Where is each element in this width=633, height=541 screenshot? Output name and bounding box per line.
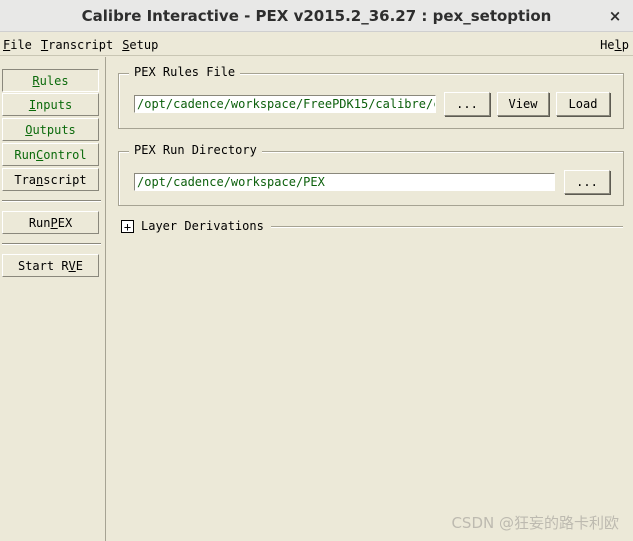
rules-label: ules [39, 73, 69, 88]
inputs-label: nputs [36, 97, 73, 112]
run-pex-label-post: EX [57, 215, 73, 230]
menu-file[interactable]: File [0, 38, 38, 52]
run-pex-label-pre: Run [28, 215, 51, 230]
rules-file-input[interactable]: /opt/cadence/workspace/FreePDK15/calibre… [134, 95, 436, 113]
run-pex-button[interactable]: Run P EX [2, 211, 99, 234]
run-control-mnemonic: C [36, 147, 44, 162]
rules-mnemonic: R [32, 73, 40, 88]
layer-derivations-label[interactable]: Layer Derivations [141, 219, 264, 233]
transcript-label-post: script [43, 172, 87, 187]
sidebar-transcript-button[interactable]: Tra n script [2, 168, 99, 191]
sidebar-outputs-button[interactable]: Outputs [2, 118, 99, 141]
inputs-mnemonic: I [28, 97, 37, 112]
run-control-label-post: ontrol [43, 147, 87, 162]
menu-file-label: ile [10, 37, 32, 52]
transcript-label-pre: Tra [14, 172, 37, 187]
start-rve-label-pre: Start R [17, 258, 69, 273]
watermark: CSDN @狂妄的路卡利欧 [451, 514, 619, 532]
run-directory-input[interactable]: /opt/cadence/workspace/PEX [134, 173, 555, 191]
rules-file-browse-button[interactable]: ... [444, 92, 490, 116]
window-title: Calibre Interactive - PEX v2015.2_36.27 … [81, 6, 552, 25]
menu-help-label-post: p [621, 37, 629, 52]
start-rve-button[interactable]: Start RVE [2, 254, 99, 277]
rules-file-load-button[interactable]: Load [556, 92, 610, 116]
menu-transcript-label: ranscript [48, 37, 114, 52]
menu-help[interactable]: Help [597, 38, 633, 52]
menu-setup[interactable]: Setup [119, 38, 164, 52]
window-titlebar: Calibre Interactive - PEX v2015.2_36.27 … [0, 0, 633, 32]
rules-file-view-button[interactable]: View [497, 92, 549, 116]
run-pex-mnemonic: P [50, 215, 58, 230]
sidebar: Rules Inputs Outputs Run Control Tra n scr… [0, 57, 106, 541]
menu-transcript[interactable]: Transcript [38, 38, 119, 52]
rules-file-group: PEX Rules File /opt/cadence/workspace/Fr… [118, 65, 624, 129]
transcript-mnemonic: n [36, 172, 44, 187]
sidebar-rules-button[interactable]: Rules [2, 69, 99, 92]
run-control-label-pre: Run [14, 147, 37, 162]
sidebar-divider [2, 243, 101, 245]
layer-derivations-divider [271, 226, 623, 228]
start-rve-mnemonic: V [68, 258, 76, 273]
menu-help-label-pre: He [600, 37, 615, 52]
sidebar-divider [2, 200, 101, 202]
start-rve-label-post: E [75, 258, 84, 273]
run-directory-group: PEX Run Directory /opt/cadence/workspace… [118, 143, 624, 206]
close-icon[interactable]: × [605, 6, 625, 26]
sidebar-inputs-button[interactable]: Inputs [2, 93, 99, 116]
outputs-mnemonic: O [25, 122, 33, 137]
menu-setup-label: etup [129, 37, 159, 52]
run-directory-browse-button[interactable]: ... [564, 170, 610, 194]
menu-help-mnemonic: l [614, 37, 622, 52]
outputs-label: utputs [32, 122, 76, 137]
run-directory-legend: PEX Run Directory [129, 143, 262, 157]
sidebar-run-control-button[interactable]: Run Control [2, 143, 99, 166]
menu-bar: File Transcript Setup Help [0, 34, 633, 56]
rules-file-legend: PEX Rules File [129, 65, 241, 79]
plus-box-icon[interactable]: + [121, 220, 134, 233]
